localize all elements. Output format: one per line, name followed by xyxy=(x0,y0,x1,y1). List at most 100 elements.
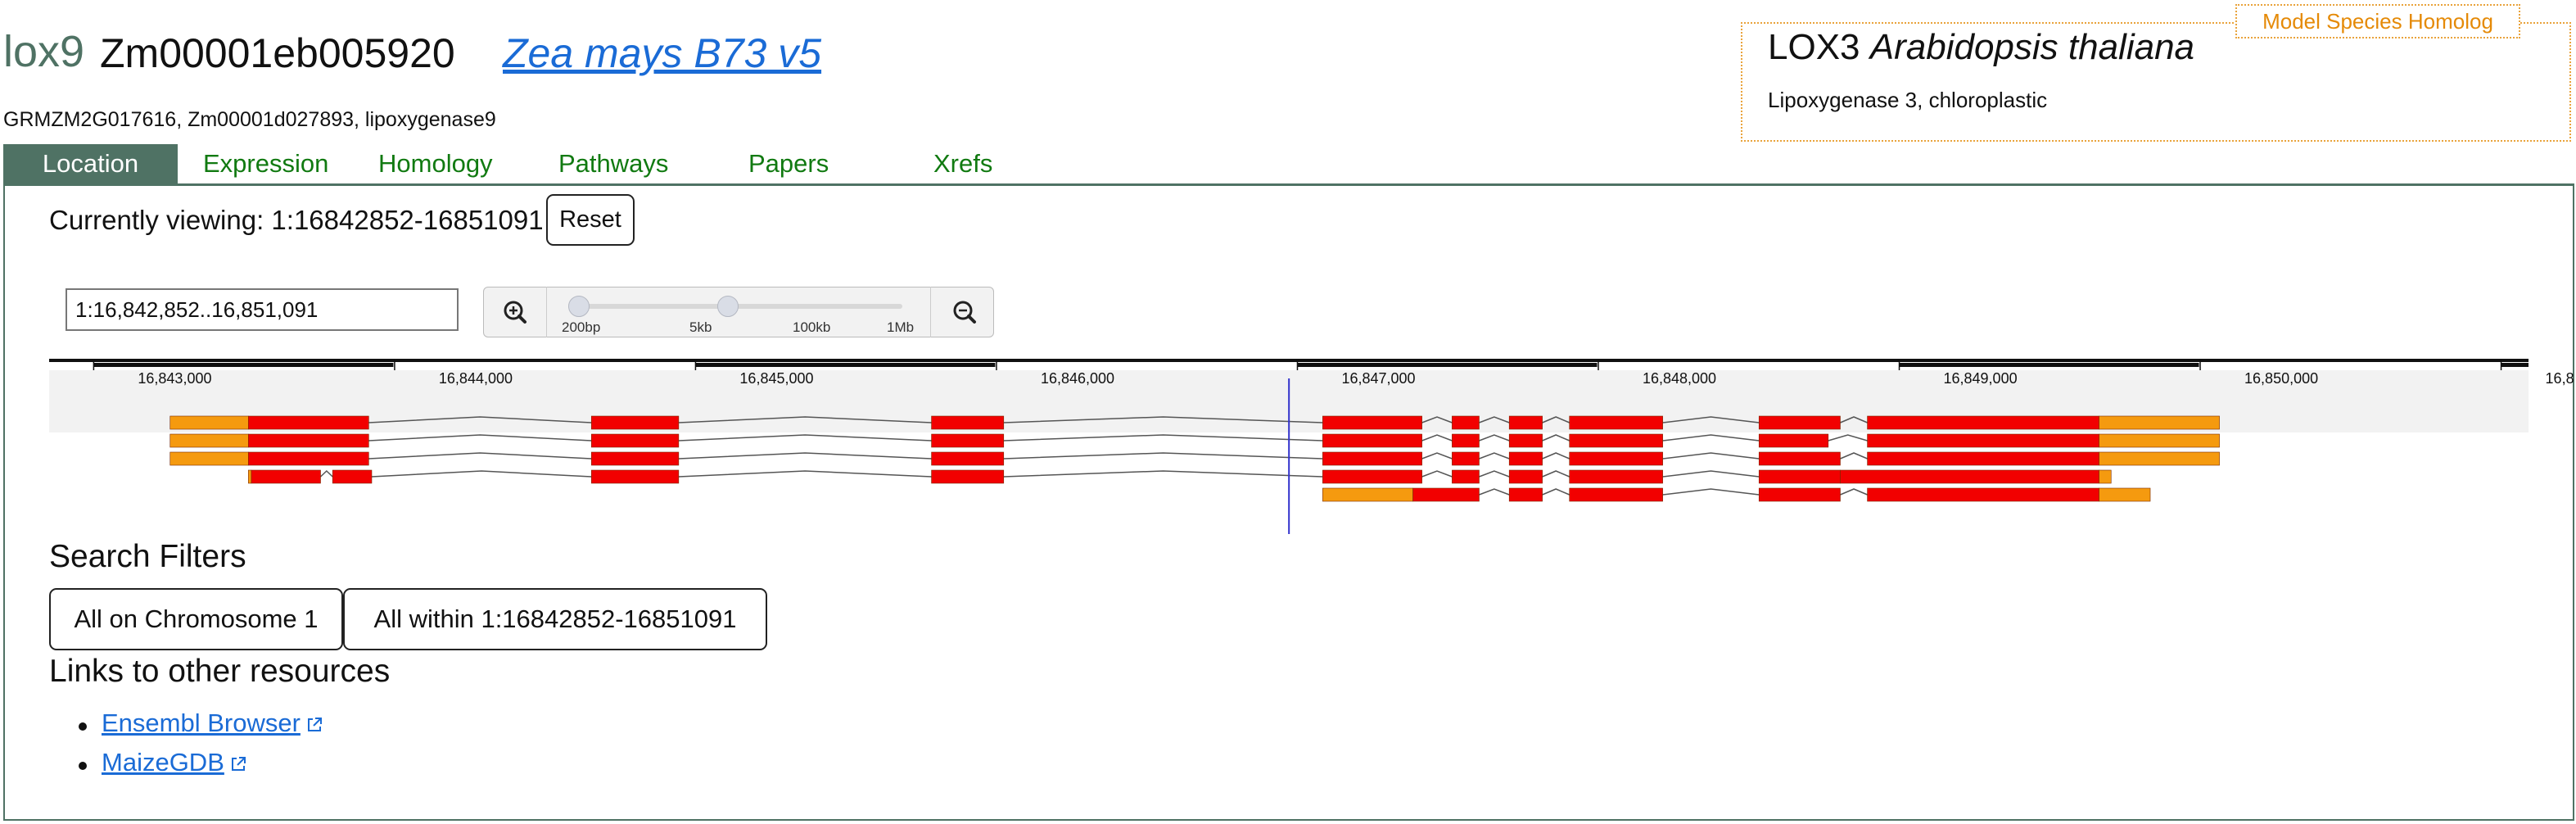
exon-cds xyxy=(1758,469,1841,484)
exon-cds xyxy=(1452,433,1480,448)
exon-cds xyxy=(1508,415,1543,430)
genome-track[interactable] xyxy=(49,359,2529,539)
transcript xyxy=(1322,487,2151,502)
tab-papers[interactable]: Papers xyxy=(748,144,829,183)
filter-region-button[interactable]: All within 1:16842852-16851091 xyxy=(343,588,767,650)
intron xyxy=(1421,470,1453,478)
exon-utr xyxy=(169,415,249,430)
tab-xrefs[interactable]: Xrefs xyxy=(933,144,992,183)
exon-cds xyxy=(1758,415,1841,430)
ruler-segment xyxy=(2200,363,2501,367)
exon-cds xyxy=(1508,433,1543,448)
zoom-label: 5kb xyxy=(689,319,712,335)
intron xyxy=(678,452,932,460)
intron xyxy=(1542,434,1570,441)
intron xyxy=(1662,452,1760,460)
exon-cds xyxy=(332,469,373,484)
exon-utr xyxy=(2099,487,2151,502)
filter-chromosome-button[interactable]: All on Chromosome 1 xyxy=(49,588,343,650)
intron xyxy=(1479,470,1510,478)
exon-cds xyxy=(1322,415,1422,430)
zoom-out-button[interactable] xyxy=(930,287,994,337)
zoom-label: 100kb xyxy=(793,319,831,335)
exon-cds xyxy=(1452,415,1480,430)
exon-cds xyxy=(1569,433,1663,448)
exon-cds xyxy=(1867,487,2099,502)
intron xyxy=(1542,488,1570,496)
intron xyxy=(1479,434,1510,441)
exon-utr xyxy=(1322,487,1413,502)
tab-pathways[interactable]: Pathways xyxy=(558,144,668,183)
ruler-segment xyxy=(996,363,1296,367)
exon-cds xyxy=(1412,487,1480,502)
gene-synonyms: GRMZM2G017616, Zm00001d027893, lipoxygen… xyxy=(3,108,496,131)
transcript xyxy=(247,469,2112,484)
exon-cds xyxy=(1758,451,1841,466)
species-link[interactable]: Zea mays B73 v5 xyxy=(503,33,821,74)
exon-cds xyxy=(931,451,1005,466)
intron xyxy=(1542,470,1570,478)
exon-utr xyxy=(2099,433,2220,448)
exon-cds xyxy=(590,469,680,484)
model-species-homolog-tag[interactable]: Model Species Homolog xyxy=(2235,4,2520,38)
zoom-in-button[interactable] xyxy=(483,287,547,337)
intron xyxy=(1421,434,1453,441)
intron xyxy=(1479,416,1510,423)
intron xyxy=(1003,470,1323,478)
gene-id: Zm00001eb005920 xyxy=(100,30,455,76)
exon-cds xyxy=(1508,451,1543,466)
exon-utr xyxy=(2099,451,2220,466)
intron xyxy=(678,434,932,441)
exon-cds xyxy=(1758,433,1829,448)
ensembl-browser-link[interactable]: Ensembl Browser xyxy=(102,709,323,738)
tab-location[interactable]: Location xyxy=(3,144,178,183)
tab-homology[interactable]: Homology xyxy=(378,144,493,183)
currently-viewing-label: Currently viewing: 1:16842852-16851091 xyxy=(49,205,544,235)
ruler-segment xyxy=(1899,363,2199,367)
reset-button[interactable]: Reset xyxy=(546,194,635,246)
search-filters-heading: Search Filters xyxy=(49,539,246,574)
external-link-icon xyxy=(231,757,246,771)
ruler-segment xyxy=(1598,363,1898,367)
ruler-segment xyxy=(93,363,394,367)
intron xyxy=(368,434,592,441)
intron xyxy=(371,470,592,478)
exon-utr xyxy=(247,469,252,484)
intron xyxy=(1840,416,1868,423)
exon-cds xyxy=(1569,451,1663,466)
homolog-title: LOX3 Arabidopsis thaliana xyxy=(1768,26,2194,70)
ensembl-browser-link-label: Ensembl Browser xyxy=(102,709,301,737)
zoom-slider-handle[interactable] xyxy=(717,296,739,317)
intron xyxy=(1003,416,1323,423)
intron xyxy=(1479,488,1510,496)
intron xyxy=(1840,452,1868,460)
external-link-icon xyxy=(307,718,322,731)
locus-input[interactable] xyxy=(66,288,459,331)
exon-cds xyxy=(1840,469,2099,484)
zoom-in-icon xyxy=(504,301,526,324)
exon-cds xyxy=(1569,487,1663,502)
zoom-slider-track[interactable] xyxy=(578,304,902,309)
intron xyxy=(1662,416,1760,423)
intron xyxy=(1840,488,1868,496)
exon-cds xyxy=(1758,487,1841,502)
list-bullet xyxy=(79,762,87,770)
intron xyxy=(1542,452,1570,460)
zoom-out-icon xyxy=(953,301,976,324)
exon-utr xyxy=(169,451,249,466)
intron xyxy=(678,470,932,478)
intron xyxy=(1479,452,1510,460)
ruler-segment xyxy=(394,363,694,367)
ruler-tick-label: 16,8 xyxy=(2545,370,2574,387)
exon-cds xyxy=(1508,469,1543,484)
exon-cds xyxy=(1867,451,2099,466)
maizegdb-link[interactable]: MaizeGDB xyxy=(102,748,247,777)
homolog-description: Lipoxygenase 3, chloroplastic xyxy=(1768,88,2048,112)
list-bullet xyxy=(79,722,87,731)
homolog-name: LOX3 xyxy=(1768,27,1860,67)
zoom-slider-min-marker xyxy=(568,296,590,317)
intron xyxy=(319,469,333,478)
intron xyxy=(1003,434,1323,441)
tab-expression[interactable]: Expression xyxy=(203,144,328,183)
exon-cds xyxy=(1569,469,1663,484)
